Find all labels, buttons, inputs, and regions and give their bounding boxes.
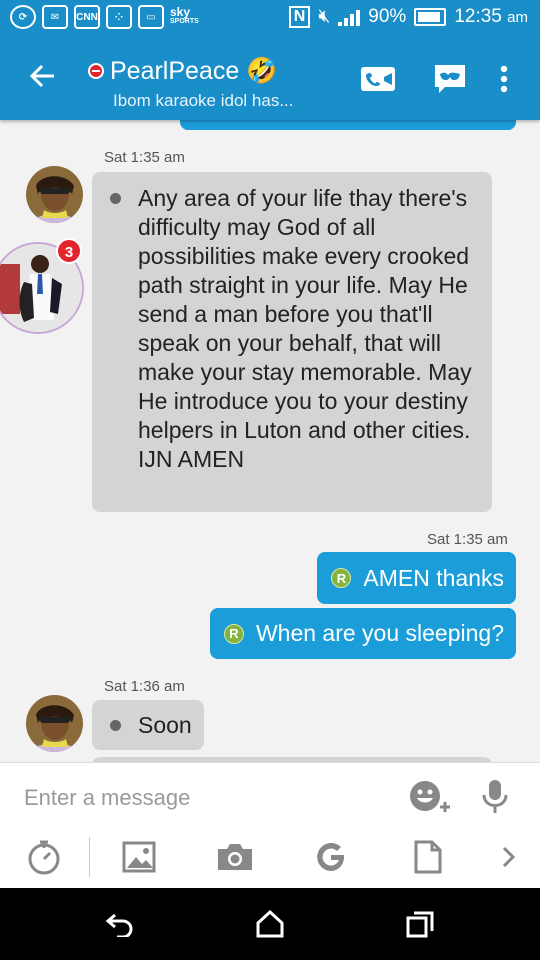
incoming-message-bubble[interactable]: Any area of your life thay there's diffi… <box>92 172 492 512</box>
nav-recents-button[interactable] <box>400 906 440 942</box>
back-nav-icon <box>105 913 133 937</box>
arrow-left-icon <box>29 64 54 88</box>
sky-sports-icon: sky SPORTS <box>170 5 199 27</box>
outgoing-message-bubble[interactable]: R When are you sleeping? <box>209 608 516 659</box>
sky-label: sky <box>170 5 191 19</box>
battery-percent: 90% <box>368 6 407 27</box>
microphone-icon <box>482 780 508 813</box>
camera-button[interactable] <box>213 837 257 877</box>
clock-time: 12:35 <box>454 6 502 27</box>
contact-photo <box>26 695 83 752</box>
back-button[interactable] <box>22 59 62 99</box>
video-call-icon <box>361 67 395 91</box>
sender-bullet-icon <box>110 720 121 731</box>
read-receipt-icon: R <box>223 623 244 644</box>
status-bar-system: N 🔇︎ 90% 12:35 am <box>288 6 528 28</box>
message-composer <box>0 762 540 888</box>
nav-back-button[interactable] <box>100 906 140 942</box>
sync-icon: ⟳ <box>10 5 36 29</box>
google-icon <box>317 843 344 871</box>
system-nav-bar <box>0 888 540 960</box>
message-text: When are you sleeping? <box>255 620 504 646</box>
document-icon <box>414 840 442 874</box>
bbm-icon: ⁘ <box>106 5 132 29</box>
clock: 12:35 am <box>454 6 528 28</box>
busy-status-icon <box>88 63 104 79</box>
gallery-button[interactable] <box>118 837 160 877</box>
sky-sub-label: SPORTS <box>170 18 199 25</box>
cnn-icon: CNN <box>74 5 100 29</box>
conversation-header: PearlPeace 🤣 Ibom karaoke idol has... <box>0 37 540 120</box>
message-list[interactable]: Sat 1:35 am 3 Any area of your life thay… <box>0 120 540 762</box>
contact-status-message: Ibom karaoke idol has... <box>113 91 294 110</box>
contact-avatar[interactable] <box>26 695 83 752</box>
message-text: AMEN thanks <box>363 564 504 591</box>
nav-home-button[interactable] <box>250 906 290 942</box>
outgoing-message-bubble[interactable]: R AMEN thanks <box>317 552 516 604</box>
camera-icon <box>218 844 252 870</box>
sender-bullet-icon <box>110 193 121 204</box>
chat-mask-icon <box>435 65 465 93</box>
read-receipt-icon: R <box>331 568 352 588</box>
voice-message-button[interactable] <box>478 777 512 817</box>
timer-icon <box>28 840 60 875</box>
more-options-button[interactable] <box>484 59 524 99</box>
chat-mask-button[interactable] <box>430 59 470 99</box>
status-bar-notifications: ⟳ ✉ CNN ⁘ ▭ sky SPORTS <box>10 5 199 29</box>
emoticon-add-icon <box>410 781 450 812</box>
recents-nav-icon <box>406 911 434 938</box>
timer-button[interactable] <box>24 837 64 877</box>
video-call-button[interactable] <box>358 59 398 99</box>
status-bar: ⟳ ✉ CNN ⁘ ▭ sky SPORTS N 🔇︎ 90% 12:35 am <box>0 0 540 37</box>
message-timestamp: Sat 1:36 am <box>104 678 185 695</box>
message-text: Soon <box>138 712 192 738</box>
contact-photo <box>26 166 83 223</box>
chevron-right-icon <box>502 846 515 868</box>
message-timestamp: Sat 1:35 am <box>427 531 508 548</box>
battery-icon <box>414 8 447 26</box>
mail-icon: ✉ <box>42 5 68 29</box>
contact-name[interactable]: PearlPeace 🤣 <box>110 57 277 86</box>
previous-message-bubble[interactable] <box>180 120 516 130</box>
screenshot-icon: ▭ <box>138 5 164 29</box>
gallery-icon <box>122 841 156 873</box>
incoming-message-bubble[interactable]: Soon <box>92 700 204 750</box>
signal-icon <box>338 8 361 26</box>
emoticon-button[interactable] <box>408 777 454 817</box>
message-text: Any area of your life thay there's diffi… <box>138 185 472 472</box>
attach-file-button[interactable] <box>408 837 448 877</box>
contact-avatar[interactable] <box>26 166 83 223</box>
google-search-button[interactable] <box>310 837 352 877</box>
home-nav-icon <box>256 910 284 938</box>
message-input[interactable] <box>24 779 394 817</box>
more-tools-button[interactable] <box>496 837 520 877</box>
message-timestamp: Sat 1:35 am <box>104 149 185 166</box>
more-options-icon <box>500 65 508 93</box>
mute-icon: 🔇︎ <box>318 6 331 27</box>
nfc-icon: N <box>288 6 311 28</box>
clock-suffix: am <box>507 9 528 26</box>
chat-head-unread-badge: 3 <box>56 238 82 264</box>
toolbar-divider <box>89 837 90 877</box>
screen: ⟳ ✉ CNN ⁘ ▭ sky SPORTS N 🔇︎ 90% 12:35 am <box>0 0 540 960</box>
